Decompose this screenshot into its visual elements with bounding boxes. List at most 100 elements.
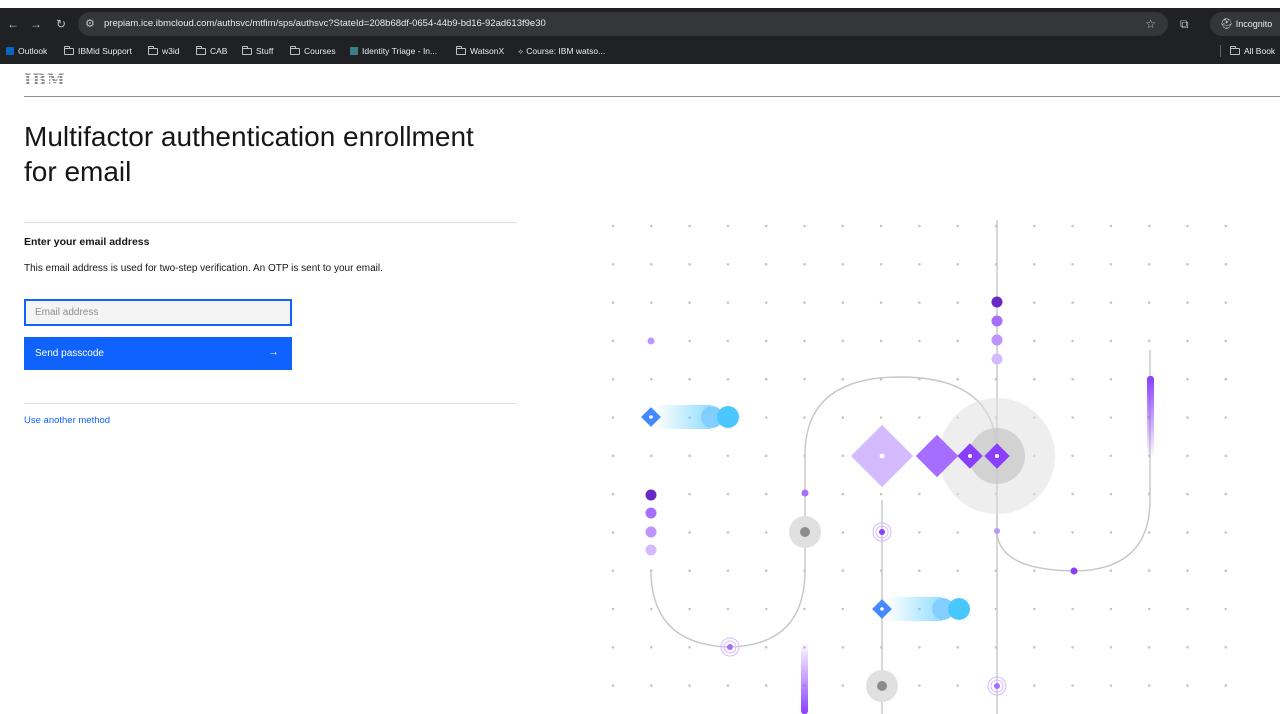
grid-dot (650, 607, 653, 611)
folder-icon (456, 46, 466, 55)
bookmark-cab[interactable]: CAB (196, 44, 227, 58)
grid-dot (764, 454, 768, 458)
watsonx-icon: ⟡ (518, 47, 524, 56)
grid-dot (611, 646, 615, 649)
address-bar[interactable]: ⚙ prepiam.ice.ibmcloud.com/authsvc/mtfim… (78, 12, 1168, 36)
grid-dot (1109, 301, 1113, 304)
folder-icon (196, 46, 206, 55)
dot-shape (994, 528, 1000, 534)
grid-dot (918, 301, 921, 304)
grid-dot (764, 301, 768, 304)
grid-dot (611, 569, 615, 572)
grid-dot (803, 339, 806, 343)
dot-shape (991, 296, 1003, 308)
grid-dot (611, 607, 615, 611)
grid-dot (1147, 684, 1151, 687)
grid-dot (726, 263, 730, 266)
grid-dot (1186, 684, 1189, 687)
grid-dot (1186, 454, 1189, 458)
grid-dot (1071, 607, 1074, 611)
forward-arrow-icon[interactable]: → (27, 15, 45, 33)
send-passcode-button[interactable]: Send passcode → (24, 337, 292, 370)
dot-shape (880, 607, 884, 611)
grid-dot (879, 416, 883, 419)
identity-triage-icon (350, 47, 358, 55)
header-divider (24, 96, 1280, 97)
grid-dot (956, 263, 959, 266)
grid-dot (726, 569, 730, 572)
grid-dot (918, 263, 921, 266)
email-field[interactable] (24, 299, 292, 326)
folder-icon (1230, 46, 1240, 55)
grid-dot (1186, 224, 1189, 228)
bookmark-watsonx[interactable]: WatsonX (456, 44, 504, 58)
grid-dot (918, 339, 921, 343)
grid-dot (1109, 492, 1113, 496)
extensions-icon[interactable]: ⧉ (1180, 15, 1189, 33)
bookmark-all-bookmarks[interactable]: All Book (1230, 44, 1275, 58)
grid-dot (803, 416, 806, 419)
ibm-logo[interactable]: IBM (24, 70, 66, 89)
grid-dot (1109, 416, 1113, 419)
grid-dot (611, 263, 615, 266)
grid-dot (688, 607, 691, 611)
grid-dot (611, 224, 615, 228)
grid-dot (1147, 569, 1151, 572)
grid-dot (841, 416, 845, 419)
grid-dot (726, 607, 730, 611)
grid-dot (1071, 301, 1074, 304)
reload-icon[interactable]: ↻ (52, 15, 70, 33)
use-another-method-link[interactable]: Use another method (24, 415, 110, 426)
dot-shape (645, 544, 657, 556)
bookmark-w3id[interactable]: w3id (148, 44, 179, 58)
bookmark-ibmid-support[interactable]: IBMid Support (64, 44, 132, 58)
node-circle (800, 527, 810, 537)
grid-dot (1071, 377, 1074, 381)
grid-dot (611, 684, 615, 687)
dot-shape (991, 334, 1003, 346)
grid-dot (918, 569, 921, 572)
bookmarks-separator (1220, 45, 1221, 57)
grid-dot (1224, 416, 1228, 419)
grid-dot (764, 377, 768, 381)
grid-dot (611, 377, 615, 381)
grid-dot (841, 646, 845, 649)
site-info-icon[interactable]: ⚙ (85, 16, 95, 32)
grid-dot (1224, 531, 1228, 534)
grid-dot (1109, 569, 1113, 572)
grid-dot (803, 377, 806, 381)
grid-dot (1109, 646, 1113, 649)
grid-dot (1224, 607, 1228, 611)
grid-dot (918, 492, 921, 496)
grid-dot (1186, 607, 1189, 611)
back-arrow-icon[interactable]: ← (4, 15, 22, 33)
grid-dot (611, 492, 615, 496)
grid-dot (611, 416, 615, 419)
grid-dot (688, 377, 691, 381)
bookmark-course-ibm-watso[interactable]: ⟡ Course: IBM watso... (518, 44, 605, 58)
grid-dot (1147, 301, 1151, 304)
grid-dot (841, 339, 845, 343)
bookmark-courses[interactable]: Courses (290, 44, 336, 58)
grid-dot (1224, 454, 1228, 458)
grid-dot (1071, 416, 1074, 419)
bookmark-identity-triage[interactable]: Identity Triage - In... (350, 44, 437, 58)
bookmark-stuff[interactable]: Stuff (242, 44, 273, 58)
grid-dot (1033, 301, 1036, 304)
page-title-line-2: for email (24, 156, 132, 187)
incognito-indicator[interactable]: ⛑ Incognito (1210, 12, 1280, 36)
grid-dot (1033, 569, 1036, 572)
folder-icon (64, 46, 74, 55)
grid-dot (1147, 224, 1151, 228)
grid-dot (879, 492, 883, 496)
bookmark-outlook[interactable]: Outlook (6, 44, 47, 58)
grid-dot (1071, 263, 1074, 266)
grid-dot (726, 492, 730, 496)
grid-dot (726, 224, 730, 228)
grid-dot (1071, 339, 1074, 343)
grid-dot (764, 339, 768, 343)
dot-shape (995, 454, 999, 458)
bookmark-star-icon[interactable]: ☆ (1145, 16, 1156, 32)
grid-dot (688, 492, 691, 496)
grid-dot (764, 646, 768, 649)
